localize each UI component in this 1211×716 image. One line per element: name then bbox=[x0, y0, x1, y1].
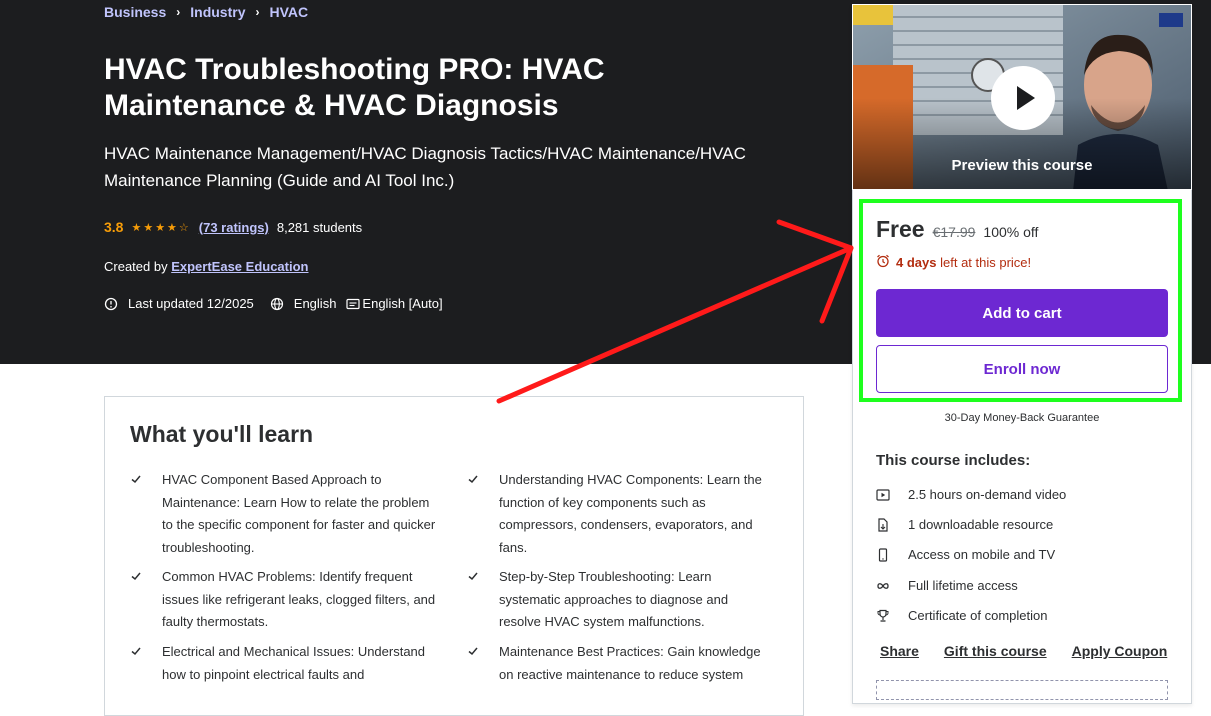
red-arrow-annotation bbox=[496, 219, 854, 404]
